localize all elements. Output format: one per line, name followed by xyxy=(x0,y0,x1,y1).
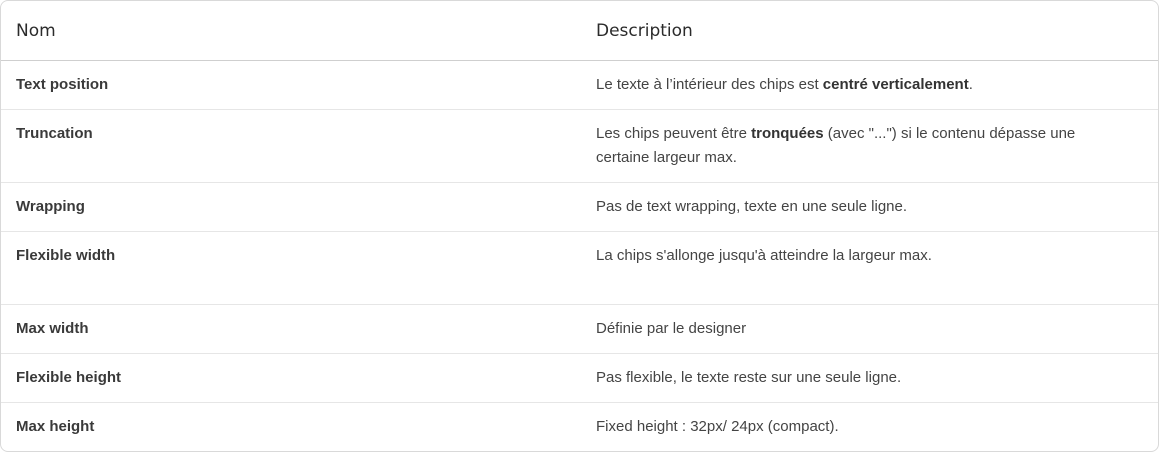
row-description: Les chips peuvent être tronquées (avec "… xyxy=(580,109,1158,183)
desc-text: Les chips peuvent être xyxy=(596,125,752,142)
desc-emphasis: tronquées xyxy=(751,125,824,142)
row-name: Wrapping xyxy=(1,182,580,232)
desc-emphasis: centré verticalement xyxy=(822,76,969,93)
header-row: Nom Description xyxy=(1,1,1158,61)
row-description: Le texte à l’intérieur des chips est cen… xyxy=(580,60,1158,110)
row-name: Flexible width xyxy=(1,231,580,305)
row-description: Pas de text wrapping, texte en une seule… xyxy=(580,182,1158,232)
table-header: Nom Description xyxy=(1,1,1158,61)
properties-table: Nom Description Text position Le texte à… xyxy=(1,1,1158,451)
desc-text: . xyxy=(968,76,973,93)
table-row: Wrapping Pas de text wrapping, texte en … xyxy=(1,182,1158,232)
row-name: Flexible height xyxy=(1,353,580,403)
header-name: Nom xyxy=(1,1,580,61)
table-body: Text position Le texte à l’intérieur des… xyxy=(1,60,1158,452)
table-row: Flexible width La chips s'allonge jusqu'… xyxy=(1,231,1158,305)
table-row: Text position Le texte à l’intérieur des… xyxy=(1,60,1158,110)
row-description: Définie par le designer xyxy=(580,304,1158,354)
row-name: Truncation xyxy=(1,109,580,183)
desc-text: Le texte à l’intérieur des chips est xyxy=(596,76,823,93)
row-description: Fixed height : 32px/ 24px (compact). xyxy=(596,418,839,435)
row-description: La chips s'allonge jusqu'à atteindre la … xyxy=(580,231,1158,305)
table-row: Max height Fixed height : 32px/ 24px (co… xyxy=(1,403,1158,452)
properties-table-container: Nom Description Text position Le texte à… xyxy=(0,0,1159,452)
row-name: Max height xyxy=(16,418,95,435)
table-row: Max width Définie par le designer xyxy=(1,304,1158,354)
row-name: Text position xyxy=(1,60,580,110)
table-row: Truncation Les chips peuvent être tronqu… xyxy=(1,109,1158,183)
header-description: Description xyxy=(580,1,1158,61)
row-name: Max width xyxy=(1,304,580,354)
row-description: Pas flexible, le texte reste sur une seu… xyxy=(580,353,1158,403)
table-row: Flexible height Pas flexible, le texte r… xyxy=(1,353,1158,403)
